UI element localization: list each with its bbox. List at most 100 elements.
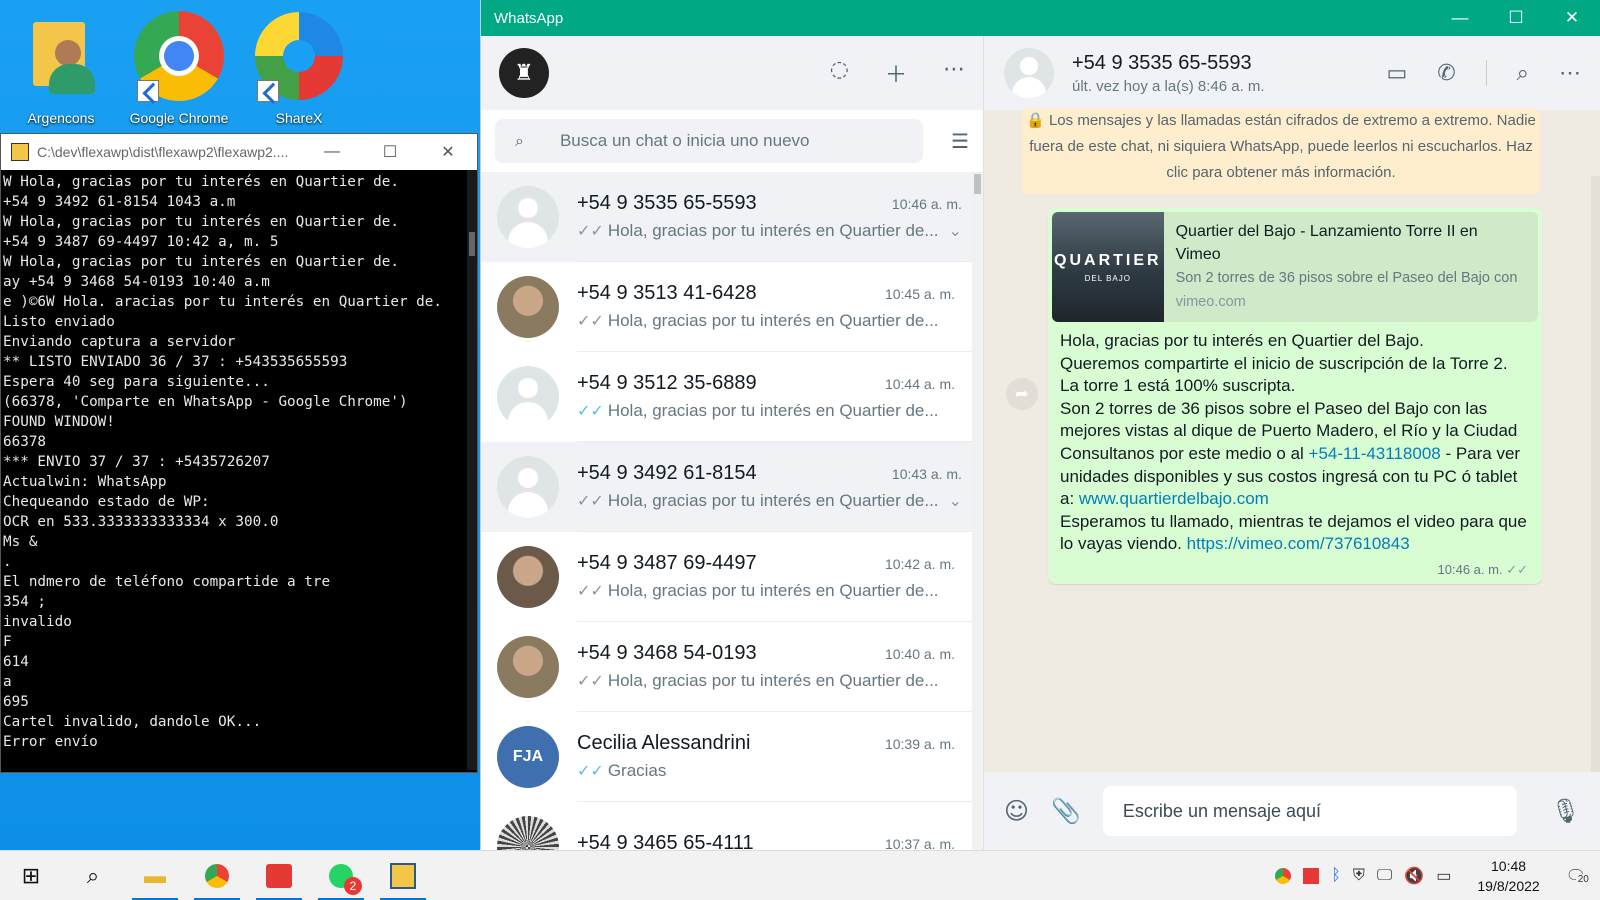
- clock[interactable]: 10:48 19/8/2022: [1477, 856, 1539, 896]
- encryption-text: Los mensajes y las llamadas están cifrad…: [1029, 112, 1536, 181]
- chat-last-message: Hola, gracias por tu interés en Quartier…: [607, 491, 939, 510]
- chat-list-pane: ♜ ◌ ＋ ⋯ ⌕ Busca un chat o inicia uno nue…: [481, 36, 984, 850]
- whatsapp-titlebar[interactable]: WhatsApp — ☐ ✕: [481, 0, 1600, 36]
- taskbar-app-red[interactable]: [248, 851, 310, 900]
- desktop-icon-sharex[interactable]: ShareX: [244, 6, 354, 126]
- preview-thumbnail: QUARTIER DEL BAJO: [1052, 212, 1164, 322]
- video-link[interactable]: https://vimeo.com/737610843: [1187, 534, 1410, 553]
- chat-list-scrollbar[interactable]: [972, 172, 983, 850]
- message-bubble[interactable]: QUARTIER DEL BAJO Quartier del Bajo - La…: [1048, 208, 1542, 584]
- battery-icon[interactable]: ▭: [1436, 866, 1451, 886]
- taskbar-console[interactable]: [372, 851, 434, 900]
- conversation-scrollbar[interactable]: [1591, 176, 1600, 772]
- preview-title: Quartier del Bajo - Lanzamiento Torre II…: [1175, 223, 1478, 263]
- profile-avatar[interactable]: ♜: [499, 48, 549, 98]
- console-output: W Hola, gracias por tu interés en Quarti…: [3, 174, 442, 750]
- taskbar-chrome[interactable]: [186, 851, 248, 900]
- app-tray-icon[interactable]: [1303, 867, 1320, 884]
- message-status-icon: ✓✓: [577, 673, 604, 690]
- chat-name: +54 9 3512 35-6889: [577, 372, 757, 394]
- close-button[interactable]: ✕: [1544, 8, 1600, 28]
- website-link[interactable]: www.quartierdelbajo.com: [1079, 489, 1269, 508]
- desktop-icon-chrome[interactable]: Google Chrome: [124, 6, 234, 126]
- lock-icon: 🔒: [1026, 112, 1045, 129]
- close-button[interactable]: ✕: [419, 142, 477, 162]
- forward-icon[interactable]: ➦: [1006, 378, 1038, 410]
- console-window[interactable]: C:\dev\flexawp\dist\flexawp2\flexawp2...…: [0, 133, 478, 773]
- notifications-icon[interactable]: 🗨20: [1566, 866, 1591, 886]
- message-text: Hola, gracias por tu interés en Quartier…: [1048, 322, 1542, 556]
- phone-link[interactable]: +54-11-43118008: [1309, 444, 1441, 463]
- message-input[interactable]: Escribe un mensaje aquí: [1102, 786, 1517, 836]
- chat-item[interactable]: +54 9 3535 65-5593 10:46 a. m. ✓✓ Hola, …: [481, 172, 973, 262]
- chat-item[interactable]: +54 9 3492 61-8154 10:43 a. m. ✓✓ Hola, …: [481, 442, 973, 532]
- chat-list-header: ♜ ◌ ＋ ⋯: [481, 36, 983, 110]
- chat-item[interactable]: FJA Cecilia Alessandrini 10:39 a. m. ✓✓ …: [481, 712, 973, 802]
- chat-last-message: Hola, gracias por tu interés en Quartier…: [607, 671, 939, 690]
- chat-name: +54 9 3513 41-6428: [577, 282, 757, 304]
- sharex-icon: [249, 6, 349, 106]
- attach-icon[interactable]: 📎: [1051, 797, 1081, 825]
- start-button[interactable]: ⊞: [0, 851, 62, 900]
- chat-item[interactable]: +54 9 3465 65-4111 10:37 a. m.: [481, 802, 973, 850]
- desktop-icon-label: ShareX: [275, 110, 323, 126]
- chat-item[interactable]: +54 9 3512 35-6889 10:44 a. m. ✓✓ Hola, …: [481, 352, 973, 442]
- chat-avatar-photo: [497, 636, 559, 698]
- desktop-icon-label: Google Chrome: [129, 110, 229, 126]
- menu-icon[interactable]: ⋯: [943, 57, 965, 89]
- chrome-tray-icon[interactable]: [1275, 867, 1292, 884]
- filter-icon[interactable]: ☰: [923, 129, 969, 153]
- desktop-icon-argencons[interactable]: Argencons: [6, 6, 116, 126]
- chat-name: Cecilia Alessandrini: [577, 732, 751, 754]
- menu-icon[interactable]: ⋯: [1559, 60, 1581, 86]
- system-tray: ᛒ ⛨ 🖵 🔇 ▭ 10:48 19/8/2022 🗨20: [1275, 856, 1600, 896]
- message-line: Hola, gracias por tu interés en Quartier…: [1060, 331, 1424, 350]
- contact-avatar[interactable]: [1004, 48, 1054, 98]
- search-input[interactable]: ⌕ Busca un chat o inicia uno nuevo: [495, 119, 923, 163]
- link-preview[interactable]: QUARTIER DEL BAJO Quartier del Bajo - La…: [1052, 212, 1538, 322]
- console-scrollbar[interactable]: [467, 170, 477, 770]
- chrome-icon: [129, 6, 229, 106]
- microphone-icon[interactable]: 🎙: [1551, 797, 1581, 825]
- search-icon[interactable]: ⌕: [1517, 60, 1529, 86]
- chat-item[interactable]: +54 9 3468 54-0193 10:40 a. m. ✓✓ Hola, …: [481, 622, 973, 712]
- chevron-down-icon[interactable]: ⌄: [949, 491, 962, 511]
- chat-time: 10:44 a. m.: [884, 376, 955, 392]
- emoji-icon[interactable]: ☺: [1004, 797, 1029, 825]
- chevron-down-icon[interactable]: ⌄: [949, 221, 962, 241]
- new-chat-icon[interactable]: ＋: [885, 57, 907, 89]
- taskbar-file-explorer[interactable]: ▬: [124, 851, 186, 900]
- search-placeholder: Busca un chat o inicia uno nuevo: [559, 131, 810, 150]
- status-icon[interactable]: ◌: [830, 57, 849, 89]
- chat-item[interactable]: +54 9 3513 41-6428 10:45 a. m. ✓✓ Hola, …: [481, 262, 973, 352]
- conversation-header[interactable]: +54 9 3535 65-5593 últ. vez hoy a la(s) …: [984, 36, 1600, 110]
- video-call-icon[interactable]: ▭: [1386, 60, 1407, 86]
- volume-muted-icon[interactable]: 🔇: [1404, 866, 1424, 886]
- maximize-button[interactable]: ☐: [1488, 8, 1544, 28]
- network-icon[interactable]: 🖵: [1377, 867, 1392, 885]
- chat-avatar: FJA: [497, 726, 559, 788]
- divider: [1485, 60, 1487, 86]
- chat-item[interactable]: +54 9 3487 69-4497 10:42 a. m. ✓✓ Hola, …: [481, 532, 973, 622]
- taskbar-whatsapp[interactable]: 2: [310, 851, 372, 900]
- voice-call-icon[interactable]: ✆: [1437, 60, 1455, 86]
- maximize-button[interactable]: ☐: [361, 142, 419, 162]
- search-button[interactable]: ⌕: [62, 851, 124, 900]
- default-avatar-icon: [497, 456, 559, 518]
- security-icon[interactable]: ⛨: [1353, 867, 1365, 885]
- console-title: C:\dev\flexawp\dist\flexawp2\flexawp2...…: [37, 144, 289, 160]
- bluetooth-icon[interactable]: ᛒ: [1331, 867, 1341, 885]
- chat-last-message: Hola, gracias por tu interés en Quartier…: [607, 581, 939, 600]
- minimize-button[interactable]: —: [1432, 8, 1488, 28]
- chat-last-message: Gracias: [607, 761, 667, 780]
- chat-avatar-photo: [497, 546, 559, 608]
- double-check-icon: ✓✓: [1506, 562, 1528, 577]
- chat-time: 10:39 a. m.: [884, 736, 955, 752]
- message-fragment: Consultanos por este medio o al: [1060, 443, 1309, 463]
- clock-date: 19/8/2022: [1477, 877, 1540, 894]
- console-titlebar[interactable]: C:\dev\flexawp\dist\flexawp2\flexawp2...…: [1, 134, 477, 170]
- chat-time: 10:40 a. m.: [884, 646, 955, 662]
- shortcut-arrow-icon: [137, 80, 159, 102]
- encryption-notice[interactable]: 🔒 Los mensajes y las llamadas están cifr…: [1022, 108, 1540, 194]
- minimize-button[interactable]: —: [303, 143, 361, 161]
